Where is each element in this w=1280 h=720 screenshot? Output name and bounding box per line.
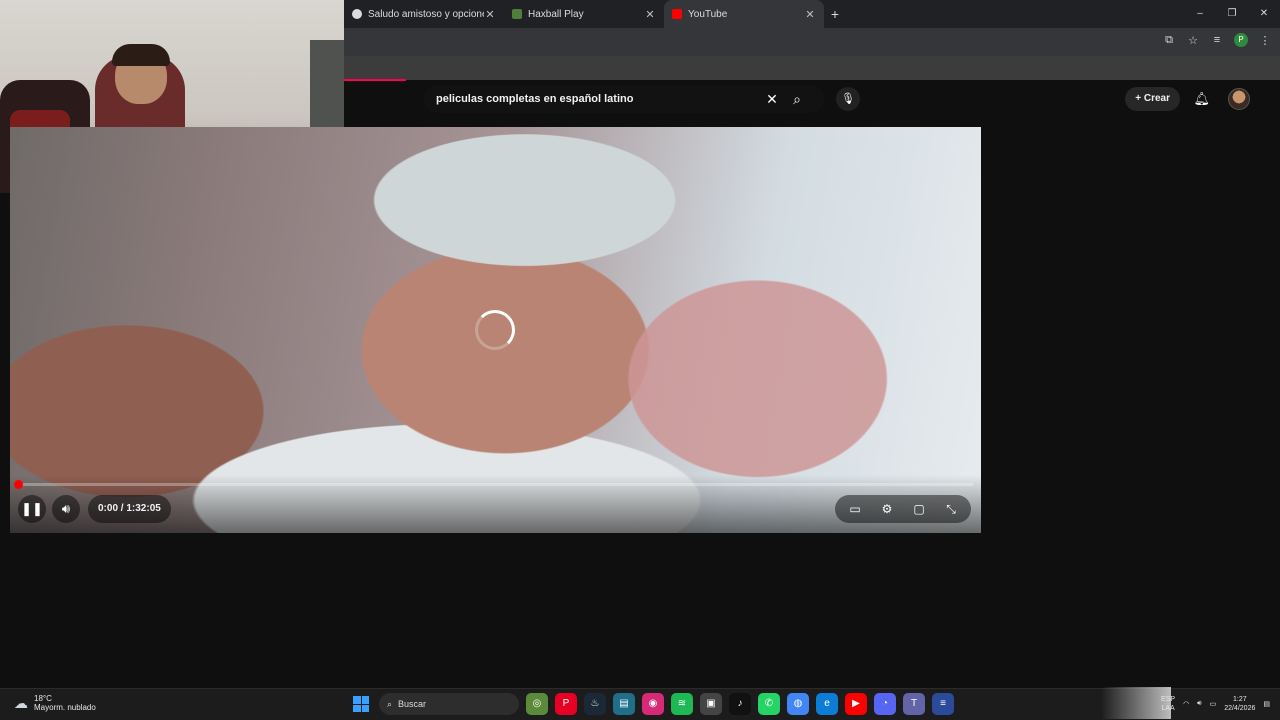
search-icon[interactable]: ⌕ (782, 91, 812, 108)
haxball-icon (512, 9, 522, 19)
settings-gear-icon[interactable]: ⚙︎ (871, 502, 903, 516)
pause-button[interactable]: ❚❚ (18, 495, 46, 523)
create-button[interactable]: + Crear (1125, 87, 1180, 111)
windows-taskbar: ☁︎ 18°C Mayorm. nublado ⌕ Buscar ◎ P ♨ ▤ ◉ ≋ ▣… (0, 687, 1280, 720)
volume-icon[interactable]: 🔊︎ (52, 495, 80, 523)
discord-icon[interactable]: ◔ (874, 693, 896, 715)
close-tab-icon[interactable]: ✕ (644, 8, 656, 21)
chatgpt-icon (352, 9, 362, 19)
teams-icon[interactable]: T (903, 693, 925, 715)
bookmark-star-icon[interactable]: ☆ (1186, 34, 1200, 47)
start-button[interactable] (350, 693, 372, 715)
window-controls: – ❐ ✕ (1184, 0, 1280, 28)
tab-haxball[interactable]: Haxball Play ✕ (504, 0, 664, 28)
tab-title: Saludo amistoso y opciones (368, 8, 484, 20)
browser-menu-icon[interactable]: ⋮ (1258, 34, 1272, 47)
youtube-favicon-icon (672, 9, 682, 19)
search-input[interactable]: peliculas completas en español latino (436, 93, 762, 105)
browser-tabstrip: Saludo amistoso y opciones ✕ Haxball Pla… (344, 0, 1280, 28)
system-tray: ESP LAA ◠ 🔊︎ ▭ 1:27 22/4/2026 ▤ (1101, 687, 1270, 719)
edge-icon[interactable]: e (816, 693, 838, 715)
app-icon[interactable]: ▣ (700, 693, 722, 715)
weather-widget[interactable]: ☁︎ 18°C Mayorm. nublado (14, 694, 96, 712)
chrome-icon[interactable]: ◍ (787, 693, 809, 715)
clock[interactable]: 1:27 22/4/2026 (1224, 695, 1255, 713)
files-icon[interactable]: ▤ (613, 693, 635, 715)
profile-avatar[interactable]: P (1234, 33, 1248, 47)
player-right-controls: ▭ ⚙︎ ▢ ⤡ (835, 495, 971, 523)
search-icon: ⌕ (387, 698, 393, 709)
notifications-icon[interactable]: ▤ (1263, 700, 1270, 708)
steam-icon[interactable]: ♨ (584, 693, 606, 715)
subtitles-icon[interactable]: ▭ (839, 502, 871, 516)
search-box[interactable]: peliculas completas en español latino ✕ … (424, 85, 824, 113)
clock-date: 22/4/2026 (1224, 705, 1256, 712)
media-icon[interactable]: ≡ (932, 693, 954, 715)
minimize-button[interactable]: – (1184, 0, 1216, 28)
tab-youtube[interactable]: YouTube ✕ (664, 0, 824, 28)
theater-mode-icon[interactable]: ▢ (903, 502, 935, 516)
taskbar-search[interactable]: ⌕ Buscar (379, 693, 519, 715)
pinterest-icon[interactable]: P (555, 693, 577, 715)
youtube-icon[interactable]: ▶ (845, 693, 867, 715)
taskbar-apps: ⌕ Buscar ◎ P ♨ ▤ ◉ ≋ ▣ ♪ ✆ ◍ e ▶ ◔ T ≡ (350, 693, 954, 715)
tiktok-icon[interactable]: ♪ (729, 693, 751, 715)
cloud-icon: ☁︎ (14, 694, 28, 711)
tab-title: Haxball Play (528, 8, 584, 20)
microphone-icon[interactable]: 🎙︎ (836, 87, 860, 111)
screen-glare (1101, 687, 1172, 719)
bookmarks-bar (344, 56, 1280, 80)
restore-button[interactable]: ❐ (1216, 0, 1248, 28)
clear-search-icon[interactable]: ✕ (762, 91, 782, 108)
close-tab-icon[interactable]: ✕ (484, 8, 496, 21)
volume-tray-icon[interactable]: 🔊︎ (1197, 700, 1201, 708)
instagram-icon[interactable]: ◉ (642, 693, 664, 715)
create-label: Crear (1143, 93, 1170, 104)
progress-bar[interactable] (14, 480, 973, 489)
time-display: 0:00 / 1:32:05 (88, 495, 171, 523)
whatsapp-icon[interactable]: ✆ (758, 693, 780, 715)
tab-saludo[interactable]: Saludo amistoso y opciones ✕ (344, 0, 504, 28)
webcam-person-hair (112, 44, 170, 66)
loading-spinner-icon (475, 310, 515, 350)
close-tab-icon[interactable]: ✕ (804, 8, 816, 21)
weather-temp: 18°C (34, 694, 52, 703)
spotify-icon[interactable]: ≋ (671, 693, 693, 715)
wifi-icon[interactable]: ◠ (1183, 700, 1189, 708)
player-controls: ❚❚ 🔊︎ 0:00 / 1:32:05 ▭ ⚙︎ ▢ ⤡ (10, 475, 981, 533)
weather-desc: Mayorm. nublado (34, 703, 96, 712)
clock-time: 1:27 (1232, 696, 1247, 703)
progress-scrubber[interactable] (14, 480, 23, 489)
account-avatar[interactable] (1228, 88, 1250, 110)
exit-fullscreen-icon[interactable]: ⤡ (935, 502, 967, 517)
browser-toolbar: ⧉ ☆ ≡ P ⋮ (344, 28, 1280, 56)
tab-title: YouTube (688, 8, 728, 20)
battery-icon[interactable]: ▭ (1210, 700, 1217, 708)
game-icon[interactable]: ◎ (526, 693, 548, 715)
new-tab-button[interactable]: + (824, 6, 846, 22)
youtube-header: peliculas completas en español latino ✕ … (344, 81, 1280, 117)
close-window-button[interactable]: ✕ (1248, 0, 1280, 28)
notifications-bell-icon[interactable]: 🔔︎ (1193, 91, 1210, 107)
video-player[interactable]: ❚❚ 🔊︎ 0:00 / 1:32:05 ▭ ⚙︎ ▢ ⤡ (10, 127, 981, 533)
screen: Saludo amistoso y opciones ✕ Haxball Pla… (0, 0, 1280, 720)
media-control-icon[interactable]: ≡ (1210, 34, 1224, 46)
install-app-icon[interactable]: ⧉ (1162, 34, 1176, 47)
taskbar-search-placeholder: Buscar (398, 699, 427, 709)
